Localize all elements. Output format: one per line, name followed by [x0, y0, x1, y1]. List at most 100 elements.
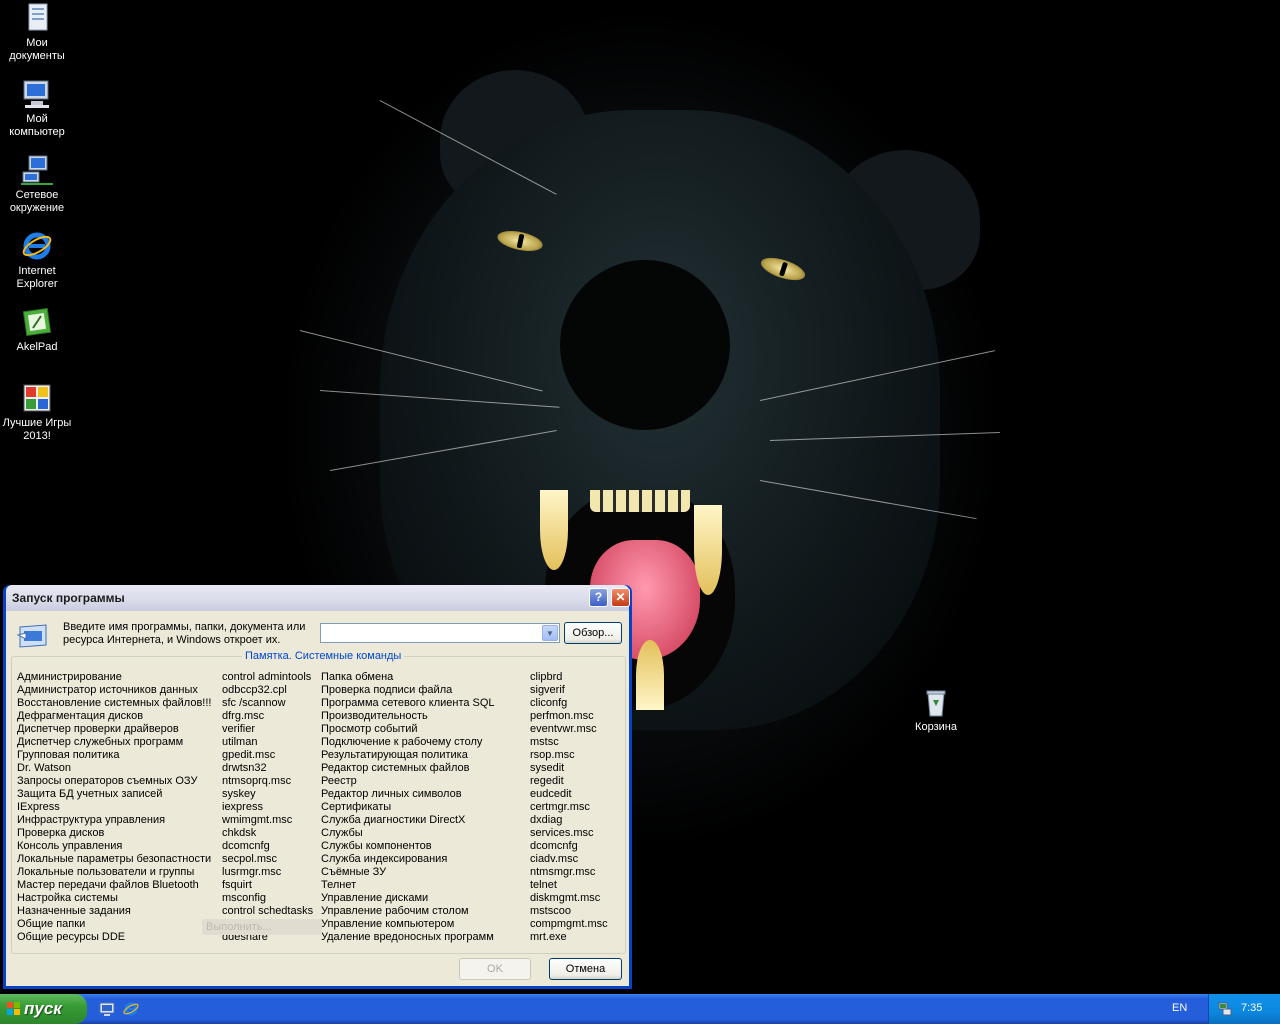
command-name: wmimgmt.msc [222, 814, 293, 826]
command-name: sysedit [530, 762, 565, 774]
cancel-button[interactable]: Отмена [549, 958, 622, 980]
desktop-icon-my-computer[interactable]: Мой компьютер [0, 78, 74, 139]
command-name: drwtsn32 [222, 762, 267, 774]
command-description: Папка обмена [321, 671, 394, 683]
network-tray-icon[interactable] [1217, 1001, 1233, 1017]
my-computer-icon [21, 78, 53, 110]
ok-button[interactable]: OK [459, 958, 531, 980]
command-description: Служба индексирования [321, 853, 448, 865]
clock[interactable]: 7:35 [1241, 1002, 1262, 1014]
command-name: verifier [222, 723, 256, 735]
command-description: Восстановление системных файлов!!! [17, 697, 212, 709]
command-name: chkdsk [222, 827, 257, 839]
command-description: Службы [321, 827, 363, 839]
desktop-icon-label: AkelPad [16, 341, 58, 353]
command-description: Диспетчер проверки драйверов [17, 723, 179, 735]
command-description: Консоль управления [17, 840, 123, 852]
command-name: secpol.msc [222, 853, 278, 865]
column-2-commands: clipbrd sigverif cliconfg perfmon.msc eventv… [530, 671, 608, 944]
command-description: Настройка системы [17, 892, 118, 904]
command-name: msconfig [222, 892, 267, 904]
network-places-icon [21, 154, 53, 186]
column-1-commands: control admintools odbccp32.cpl sfc /scann… [222, 671, 313, 944]
command-name: odbccp32.cpl [222, 684, 287, 696]
command-name: eventvwr.msc [530, 723, 597, 735]
desktop-icon-label: Мой компьютер [9, 113, 65, 138]
desktop-icon-label: Лучшие Игры 2013! [2, 417, 72, 442]
command-description: Dr. Watson [17, 762, 71, 774]
command-description: Проверка подписи файла [321, 684, 453, 696]
command-description: Результатирующая политика [321, 749, 468, 761]
command-description: Съёмные ЗУ [321, 866, 387, 878]
command-description: Управление рабочим столом [321, 905, 469, 917]
start-button[interactable]: пуск [0, 994, 87, 1024]
run-icon [16, 623, 50, 649]
command-name: sigverif [530, 684, 565, 696]
desktop-icon-network[interactable]: Сетевое окружение [0, 154, 74, 215]
help-button[interactable]: ? [589, 588, 608, 607]
command-description: Защита БД учетных записей [17, 788, 163, 800]
command-description: Редактор системных файлов [321, 762, 470, 774]
internet-explorer-icon[interactable] [123, 1001, 139, 1017]
command-description: Администрирование [17, 671, 122, 683]
desktop-icon-label: Сетевое окружение [9, 189, 65, 214]
dialog-title: Запуск программы [12, 591, 125, 605]
system-tray: 7:35 [1208, 994, 1280, 1024]
command-description: Дефрагментация дисков [17, 710, 144, 722]
command-input[interactable] [320, 623, 560, 643]
prompt-text: Введите имя программы, папки, документа … [63, 621, 306, 646]
command-description: Групповая политика [17, 749, 120, 761]
command-description: Инфраструктура управления [17, 814, 166, 826]
akelpad-icon [21, 306, 53, 338]
language-indicator[interactable]: EN [1172, 1002, 1187, 1014]
command-name: diskmgmt.msc [530, 892, 601, 904]
command-name: fsquirt [222, 879, 252, 891]
command-name: perfmon.msc [530, 710, 594, 722]
command-description: Просмотр событий [321, 723, 418, 735]
command-description: Подключение к рабочему столу [321, 736, 483, 748]
command-description: Общие ресурсы DDE [17, 931, 126, 943]
games-icon [21, 382, 53, 414]
command-description: Локальные пользователи и группы [17, 866, 195, 878]
command-name: rsop.msc [530, 749, 575, 761]
command-description: IExpress [17, 801, 60, 813]
command-name: ntmsmgr.msc [530, 866, 596, 878]
show-desktop-icon[interactable] [99, 1001, 115, 1017]
close-button[interactable]: ✕ [611, 588, 630, 607]
chevron-down-icon[interactable]: ▼ [542, 625, 558, 641]
groupbox-title: Памятка. Системные команды [242, 650, 405, 662]
command-name: control admintools [222, 671, 312, 683]
dialog-client-area: Введите имя программы, папки, документа … [6, 611, 629, 986]
column-2-names: Папка обмена Проверка подписи файла Програ… [321, 671, 495, 944]
command-name: dfrg.msc [222, 710, 265, 722]
command-name: utilman [222, 736, 258, 748]
command-name: syskey [222, 788, 256, 800]
desktop-icon-my-documents[interactable]: Мои документы [0, 2, 74, 63]
command-name: iexpress [222, 801, 263, 813]
desktop-icon-best-games[interactable]: Лучшие Игры 2013! [0, 382, 74, 443]
command-description: Управление компьютером [321, 918, 455, 930]
ghost-drag-tooltip: Выполнить... [202, 919, 322, 935]
command-name: mstscoo [530, 905, 571, 917]
command-description: Локальные параметры безопастности [17, 853, 212, 865]
command-description: Диспетчер служебных программ [17, 736, 184, 748]
command-name: mstsc [530, 736, 559, 748]
command-name: ntmsoprq.msc [222, 775, 292, 787]
command-name: regedit [530, 775, 564, 787]
command-name: telnet [530, 879, 557, 891]
desktop-icon-label: Корзина [915, 721, 957, 733]
command-name: mrt.exe [530, 931, 567, 943]
command-name: certmgr.msc [530, 801, 590, 813]
command-description: Назначенные задания [17, 905, 131, 917]
desktop-icon-akelpad[interactable]: AkelPad [0, 306, 74, 354]
run-dialog: Запуск программы ? ✕ Введите имя програм… [3, 585, 632, 989]
command-description: Запросы операторов съемных ОЗУ [17, 775, 198, 787]
title-bar[interactable]: Запуск программы ? ✕ [6, 585, 630, 611]
command-name: dcomcnfg [222, 840, 270, 852]
recycle-bin-icon [920, 686, 952, 718]
desktop-icon-recycle-bin[interactable]: Корзина [899, 686, 973, 734]
command-name: clipbrd [530, 671, 563, 683]
desktop-icon-label: Internet Explorer [16, 265, 58, 290]
desktop-icon-internet-explorer[interactable]: Internet Explorer [0, 230, 74, 291]
browse-button[interactable]: Обзор... [564, 622, 622, 644]
